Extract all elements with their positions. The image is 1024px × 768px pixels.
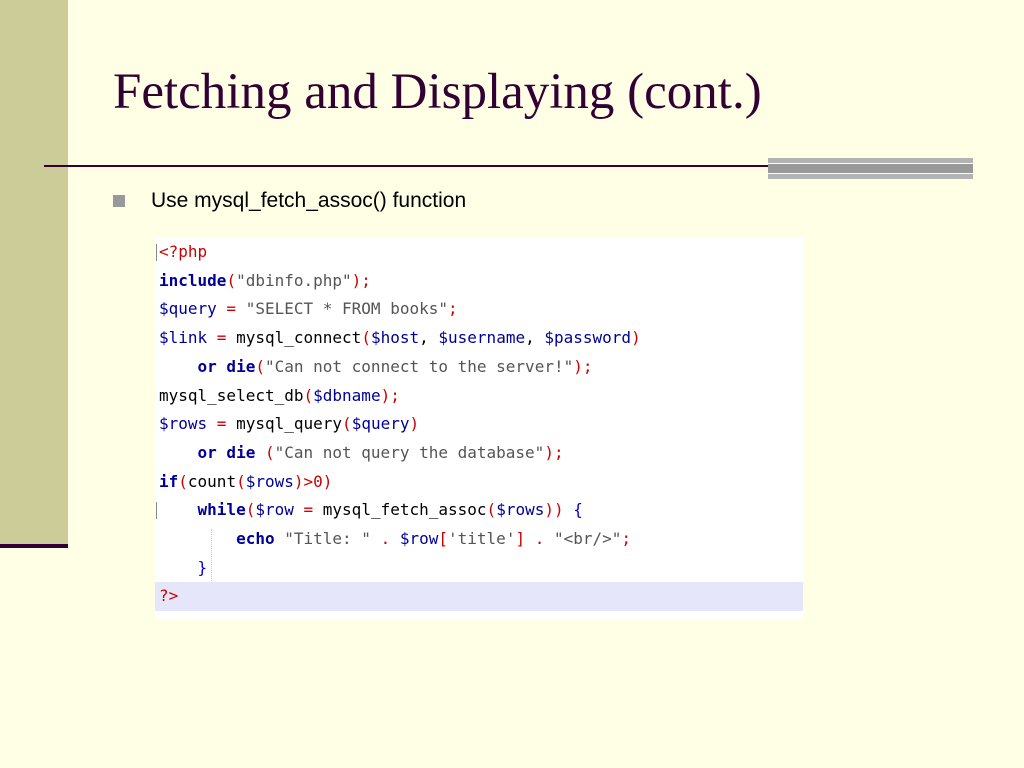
- code-token: (: [255, 356, 265, 376]
- code-block: <?php include("dbinfo.php"); $query = "SEL…: [155, 238, 803, 620]
- code-token: "Can not connect to the server!": [264, 356, 574, 376]
- code-token: "SELECT * FROM books": [245, 299, 448, 319]
- code-token: $dbname: [313, 385, 381, 405]
- code-token: (: [255, 442, 275, 462]
- code-line: while($row = mysql_fetch_assoc($rows)) {: [155, 496, 803, 525]
- gutter-marker: [156, 244, 157, 261]
- code-token: );: [351, 270, 371, 290]
- title-divider: [44, 165, 776, 167]
- code-token: $rows: [496, 500, 545, 520]
- code-token: while: [197, 500, 246, 520]
- code-token: mysql_fetch_assoc: [322, 500, 487, 520]
- code-token: include: [159, 270, 227, 290]
- code-token: ): [409, 414, 420, 434]
- code-token: (: [178, 471, 188, 491]
- bullet-item: Use mysql_fetch_assoc() function: [113, 187, 466, 215]
- code-line: mysql_select_db($dbname);: [155, 382, 803, 411]
- left-band-accent: [0, 544, 68, 548]
- code-token: or die: [197, 356, 256, 376]
- code-token: $username: [438, 328, 526, 348]
- code-line: ?>: [155, 582, 803, 612]
- code-token: "<br/>": [553, 529, 622, 548]
- code-token: $rows: [159, 414, 208, 434]
- code-line: or die("Can not connect to the server!")…: [155, 353, 803, 382]
- code-token: (: [342, 414, 352, 434]
- code-token: );: [573, 356, 593, 376]
- code-token: "dbinfo.php": [236, 270, 352, 290]
- code-token: mysql_select_db: [159, 385, 304, 405]
- code-token: echo: [236, 529, 275, 548]
- code-token: .: [370, 529, 400, 548]
- code-line: if(count($rows)>0): [155, 468, 803, 497]
- code-token: );: [544, 442, 564, 462]
- code-token: if: [159, 471, 179, 491]
- code-token: $query: [351, 414, 410, 434]
- code-token: }: [197, 557, 208, 577]
- left-sidebar-band: [0, 0, 68, 545]
- code-token: (: [245, 500, 256, 520]
- code-token: ): [322, 471, 333, 491]
- code-token: count: [187, 471, 237, 491]
- code-token: );: [380, 385, 400, 405]
- indent-guide: [211, 529, 212, 581]
- code-token: {: [573, 500, 583, 520]
- code-line: $query = "SELECT * FROM books";: [155, 295, 803, 324]
- code-token: 'title': [448, 529, 516, 548]
- code-token: [: [438, 529, 449, 548]
- code-line: or die ("Can not query the database");: [155, 439, 803, 468]
- code-token: =: [207, 328, 237, 348]
- code-token: (: [226, 270, 237, 290]
- code-token: $link: [159, 328, 208, 348]
- code-line: $link = mysql_connect($host, $username, …: [155, 324, 803, 353]
- code-token: "Can not query the database": [274, 442, 545, 462]
- code-token: "Title: ": [284, 529, 371, 548]
- code-token: ,: [419, 328, 439, 348]
- code-token: =: [207, 414, 237, 434]
- code-token: ] .: [515, 529, 554, 548]
- slide-title: Fetching and Displaying (cont.): [113, 64, 762, 120]
- code-token: (: [361, 328, 371, 348]
- square-bullet-icon: [113, 195, 125, 207]
- code-token: (: [486, 500, 497, 520]
- bullet-text: Use mysql_fetch_assoc() function: [151, 189, 467, 212]
- divider-accent: [768, 158, 973, 179]
- code-token: $row: [255, 500, 294, 520]
- code-token: )): [544, 500, 574, 520]
- code-line: <?php: [155, 238, 803, 267]
- code-token: ): [631, 328, 641, 348]
- code-line: include("dbinfo.php");: [155, 267, 803, 296]
- code-line: }: [155, 554, 803, 583]
- code-token: =: [216, 299, 246, 319]
- code-line: $rows = mysql_query($query): [155, 410, 803, 439]
- code-token: ,: [525, 328, 545, 348]
- code-token: ;: [448, 299, 458, 319]
- code-token: mysql_query: [236, 414, 343, 434]
- code-token: $rows: [245, 471, 294, 491]
- code-token: $password: [544, 328, 632, 348]
- code-token: 0: [313, 471, 323, 491]
- code-line: echo "Title: " . $row['title'] . "<br/>"…: [155, 525, 803, 554]
- code-token: (: [303, 385, 314, 405]
- code-token: or die: [197, 442, 256, 462]
- code-token: (: [236, 471, 246, 491]
- code-token: )>: [293, 471, 314, 491]
- code-token: $host: [370, 328, 420, 348]
- code-token: $query: [159, 299, 217, 319]
- code-token: ;: [621, 529, 632, 548]
- code-token: <?php: [159, 242, 208, 261]
- code-token: mysql_connect: [236, 328, 362, 348]
- code-token: ?>: [159, 586, 179, 606]
- code-token: $row: [399, 529, 439, 548]
- gutter-marker: [156, 502, 157, 520]
- code-token: =: [293, 500, 323, 520]
